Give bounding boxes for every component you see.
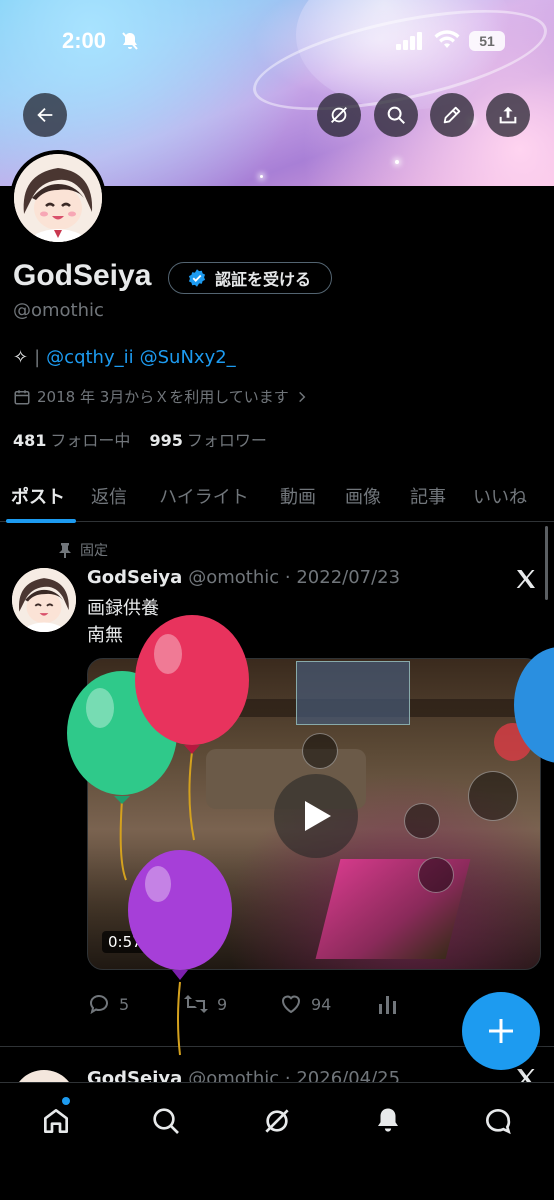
followers-label: フォロワー: [186, 431, 267, 450]
video-hud-button: [404, 803, 440, 839]
status-bar: 2:00 51: [0, 0, 554, 80]
tab-articles[interactable]: 記事: [396, 470, 460, 522]
tab-posts[interactable]: ポスト: [0, 470, 76, 523]
profile-tabs: ポスト 返信 ハイライト 動画 画像 記事 いいね: [0, 470, 554, 523]
repost-icon: [184, 995, 208, 1013]
like-button[interactable]: 94: [279, 992, 331, 1016]
tab-likes[interactable]: いいね: [460, 470, 540, 522]
grok-icon: [331, 107, 347, 123]
play-icon: [305, 801, 331, 831]
nav-grok[interactable]: [257, 1101, 297, 1141]
home-icon: [44, 1109, 68, 1133]
post-header: GodSeiya @omothic · 2022/07/23: [87, 567, 400, 588]
tab-highlights[interactable]: ハイライト: [142, 470, 266, 522]
get-verified-button[interactable]: 認証を受ける: [168, 262, 332, 294]
profile-bio: ✧ | @cqthy_ii @SuNxy2_: [13, 347, 236, 368]
video-duration: 0:57: [102, 931, 148, 953]
arrow-left-icon: [37, 107, 53, 123]
bell-icon: [378, 1108, 398, 1132]
post-text-line: 画録供養: [87, 598, 159, 619]
grok-icon: [265, 1109, 289, 1133]
reply-button[interactable]: 5: [87, 992, 129, 1016]
verified-badge-icon: [188, 269, 206, 287]
following-link[interactable]: 481 フォロー中: [13, 431, 130, 450]
pinned-label: 固定: [80, 543, 108, 559]
nav-home[interactable]: [36, 1101, 76, 1141]
post-text-line: 南無: [87, 625, 123, 646]
avatar-illustration: [14, 154, 102, 242]
profile-avatar[interactable]: [10, 150, 106, 246]
follow-stats: 481 フォロー中 995 フォロワー: [13, 427, 267, 451]
bio-symbol: ✧: [13, 347, 29, 368]
compose-post-button[interactable]: [462, 992, 540, 1070]
post-video[interactable]: 0:57: [87, 658, 541, 970]
scrollbar[interactable]: [545, 526, 548, 600]
tab-replies[interactable]: 返信: [76, 470, 142, 522]
video-hud-button: [418, 857, 454, 893]
video-hud-button: [302, 733, 338, 769]
views-button[interactable]: [377, 992, 399, 1016]
followers-count: 995: [149, 431, 183, 450]
video-game-close-button: [494, 723, 532, 761]
avatar-illustration: [12, 568, 76, 632]
edit-profile-button[interactable]: [430, 93, 474, 137]
search-icon: [153, 1108, 179, 1134]
grok-button[interactable]: [317, 93, 361, 137]
bottom-navigation: [0, 1082, 554, 1200]
calendar-icon: [14, 389, 30, 404]
joined-date-text: 2018 年 3月からＸを利用しています: [37, 388, 289, 406]
post-author-name[interactable]: GodSeiya: [87, 567, 182, 588]
reply-icon: [89, 995, 108, 1015]
plus-icon: [489, 1019, 513, 1043]
video-hud-button: [468, 771, 518, 821]
nav-messages[interactable]: [478, 1101, 518, 1141]
joined-date-row[interactable]: 2018 年 3月からＸを利用しています: [13, 386, 309, 407]
chevron-right-icon: [298, 391, 306, 402]
followers-link[interactable]: 995 フォロワー: [150, 431, 267, 450]
repost-count: 9: [217, 994, 228, 1014]
x-logo-icon[interactable]: [514, 567, 538, 591]
bio-separator: |: [34, 347, 41, 368]
message-icon: [486, 1108, 511, 1135]
following-label: フォロー中: [50, 431, 131, 450]
search-button[interactable]: [374, 93, 418, 137]
bio-mention-link[interactable]: @cqthy_ii: [46, 347, 133, 368]
battery-indicator: 51: [469, 31, 505, 51]
play-button[interactable]: [274, 774, 358, 858]
back-button[interactable]: [23, 93, 67, 137]
nav-search[interactable]: [146, 1101, 186, 1141]
get-verified-label: 認証を受ける: [215, 270, 312, 289]
following-count: 481: [13, 431, 47, 450]
video-game-minimap: [296, 661, 410, 725]
wifi-icon: [434, 30, 460, 48]
share-button[interactable]: [486, 93, 530, 137]
tab-images[interactable]: 画像: [330, 470, 396, 522]
silent-bell-icon: [122, 32, 138, 50]
post-author-avatar[interactable]: [12, 568, 76, 632]
home-notification-dot: [62, 1097, 70, 1105]
bio-mention-link[interactable]: @SuNxy2_: [140, 347, 236, 368]
reply-count: 5: [119, 994, 130, 1014]
tab-videos[interactable]: 動画: [266, 470, 330, 522]
banner-star: [260, 175, 263, 178]
heart-icon: [281, 995, 301, 1014]
like-count: 94: [311, 994, 332, 1014]
repost-button[interactable]: 9: [183, 992, 227, 1016]
search-icon: [387, 106, 405, 124]
signal-icon: [396, 32, 422, 50]
post-text: 画録供養 南無: [87, 595, 159, 649]
profile-name: GodSeiya: [13, 259, 152, 292]
banner-star: [395, 160, 399, 164]
share-icon: [499, 106, 517, 124]
status-time: 2:00: [62, 28, 107, 53]
pencil-icon: [443, 106, 461, 124]
analytics-icon: [379, 996, 396, 1014]
pinned-indicator: 固定: [58, 540, 108, 560]
post-handle-date[interactable]: @omothic · 2022/07/23: [188, 567, 400, 588]
pin-icon: [59, 543, 71, 558]
profile-handle: @omothic: [13, 300, 104, 321]
nav-notifications[interactable]: [368, 1101, 408, 1141]
